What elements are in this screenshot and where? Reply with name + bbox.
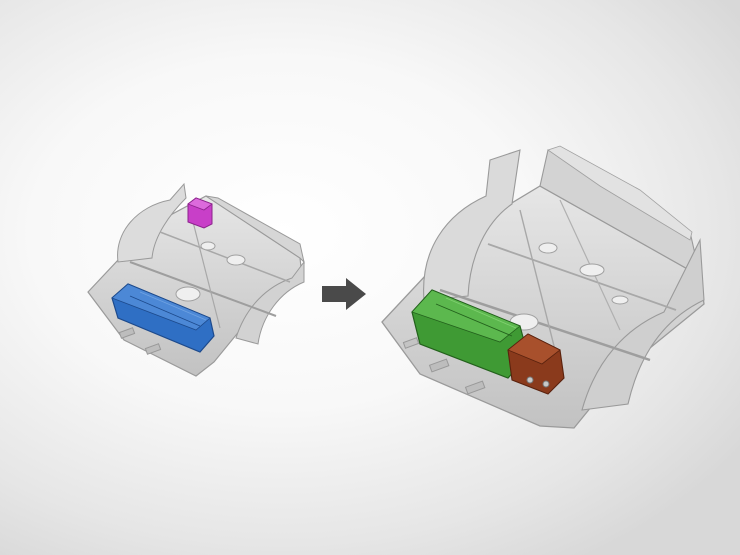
module-connector — [526, 376, 534, 384]
module-connector — [542, 380, 550, 388]
floor-hole-before — [226, 254, 246, 266]
floor-hole-after — [579, 263, 605, 277]
floor-hole-after — [611, 295, 629, 305]
floor-hole-before — [200, 241, 216, 251]
floor-hole-after — [538, 242, 558, 254]
aux-box-before — [187, 197, 213, 229]
floor-hole-before — [175, 286, 201, 302]
transition-arrow — [322, 278, 366, 310]
diagram-canvas — [0, 0, 740, 555]
arrow-right-icon — [322, 278, 366, 310]
comparison-diagram — [87, 145, 705, 429]
